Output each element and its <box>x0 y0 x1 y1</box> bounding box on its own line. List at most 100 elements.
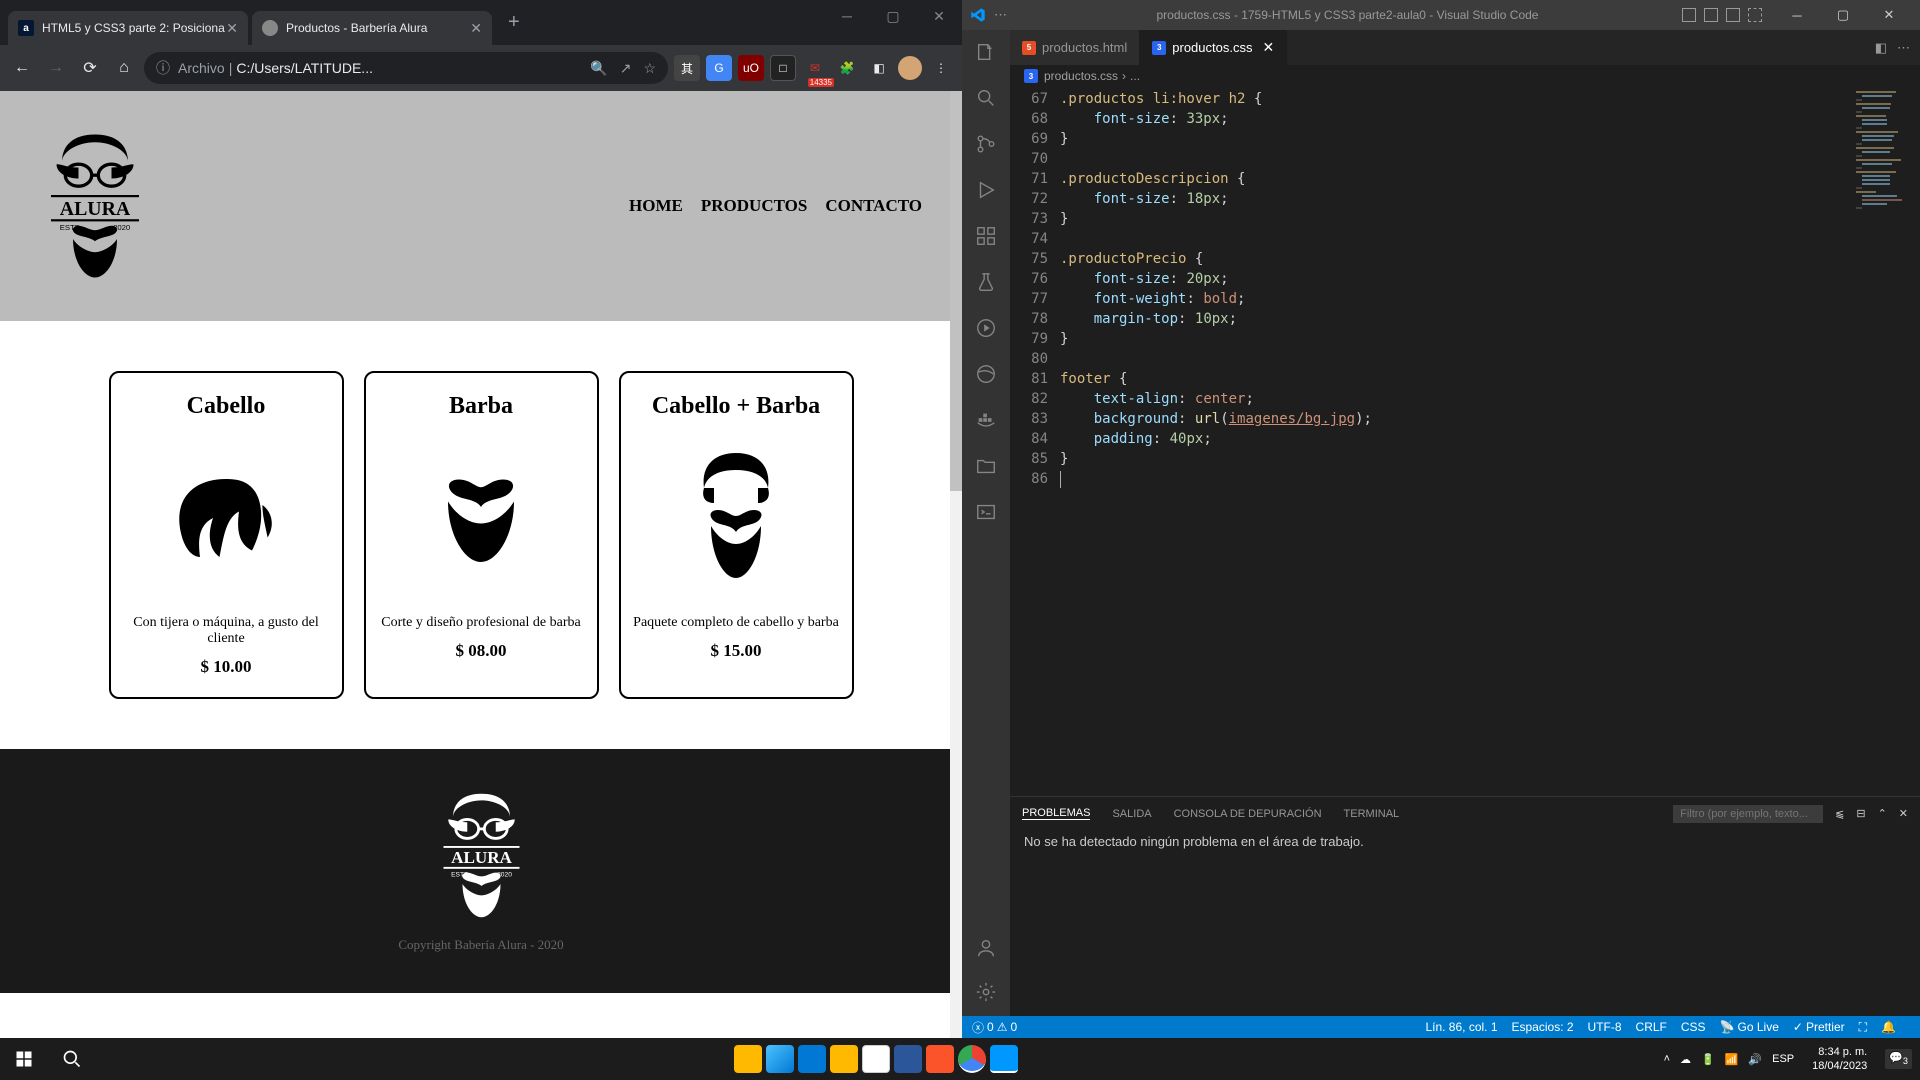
scrollbar[interactable] <box>950 91 962 1038</box>
tray-wifi-icon[interactable]: 📶 <box>1725 1053 1739 1066</box>
minimap[interactable] <box>1850 87 1920 796</box>
terminal-icon[interactable] <box>974 500 998 524</box>
producto-card[interactable]: Cabello + Barba Paquete completo de cabe… <box>619 371 854 699</box>
app-explorer[interactable] <box>734 1045 762 1073</box>
minimize-button[interactable]: ─ <box>1774 0 1820 30</box>
menu-button[interactable]: ⋯ <box>994 7 1007 23</box>
tray-lang[interactable]: ESP <box>1772 1053 1794 1065</box>
maximize-button[interactable]: ▢ <box>870 0 916 32</box>
status-errors[interactable]: ⓧ 0 ⚠ 0 <box>972 1019 1017 1036</box>
more-actions-icon[interactable]: ⋯ <box>1897 40 1910 56</box>
producto-card[interactable]: Cabello Con tijera o máquina, a gusto de… <box>109 371 344 699</box>
filter-icon[interactable]: ⫹ <box>1835 807 1844 820</box>
nav-productos[interactable]: PRODUCTOS <box>701 196 807 216</box>
editor-tab-html[interactable]: 5 productos.html <box>1010 30 1140 65</box>
app-files[interactable] <box>830 1045 858 1073</box>
status-bell-icon[interactable]: 🔔 <box>1881 1020 1896 1035</box>
back-button[interactable]: ← <box>8 54 36 82</box>
scrollbar-thumb[interactable] <box>950 91 962 491</box>
close-button[interactable]: ✕ <box>1866 0 1912 30</box>
search-icon[interactable] <box>974 86 998 110</box>
profile-avatar[interactable] <box>898 56 922 80</box>
tab-close-icon[interactable]: ✕ <box>1262 39 1274 56</box>
nav-contacto[interactable]: CONTACTO <box>825 196 922 216</box>
panel-tab-terminal[interactable]: TERMINAL <box>1344 808 1400 820</box>
settings-icon[interactable] <box>974 980 998 1004</box>
ext-icon[interactable]: □ <box>770 55 796 81</box>
layout-icon[interactable] <box>1704 8 1718 22</box>
split-editor-icon[interactable]: ◧ <box>1875 40 1887 56</box>
app-msoffice[interactable] <box>862 1045 890 1073</box>
status-golive[interactable]: 📡 Go Live <box>1720 1020 1779 1035</box>
app-outlook[interactable] <box>798 1045 826 1073</box>
panel-tab-salida[interactable]: SALIDA <box>1112 808 1151 820</box>
explorer-icon[interactable] <box>974 40 998 64</box>
layout-icon[interactable] <box>1726 8 1740 22</box>
ext-mail-icon[interactable]: ✉14335 <box>802 55 828 81</box>
edge-icon[interactable] <box>974 362 998 386</box>
testing-icon[interactable] <box>974 270 998 294</box>
share-icon[interactable]: ↗ <box>620 60 632 77</box>
docker-icon[interactable] <box>974 408 998 432</box>
tray-volume-icon[interactable]: 🔊 <box>1748 1053 1762 1066</box>
search-button[interactable] <box>48 1038 96 1080</box>
tray-chevron-icon[interactable]: ˄ <box>1664 1053 1670 1065</box>
producto-card[interactable]: Barba Corte y diseño profesional de barb… <box>364 371 599 699</box>
status-lang[interactable]: CSS <box>1681 1020 1706 1035</box>
folder-icon[interactable] <box>974 454 998 478</box>
app-word[interactable] <box>894 1045 922 1073</box>
search-icon[interactable]: 🔍 <box>590 60 607 77</box>
source-control-icon[interactable] <box>974 132 998 156</box>
account-icon[interactable] <box>974 936 998 960</box>
home-button[interactable]: ⌂ <box>110 54 138 82</box>
close-panel-icon[interactable]: ✕ <box>1899 807 1908 820</box>
notifications-button[interactable]: 💬3 <box>1885 1049 1912 1068</box>
app-vscode[interactable] <box>990 1045 1018 1073</box>
panel-tab-consola[interactable]: CONSOLA DE DEPURACIÓN <box>1174 808 1322 820</box>
tab-close-icon[interactable]: ✕ <box>470 20 482 37</box>
panel-tab-problemas[interactable]: PROBLEMAS <box>1022 807 1090 820</box>
status-eol[interactable]: CRLF <box>1636 1020 1667 1035</box>
layout-icon[interactable] <box>1748 8 1762 22</box>
maximize-button[interactable]: ▢ <box>1820 0 1866 30</box>
ext-translate-icon[interactable]: G <box>706 55 732 81</box>
sidepanel-button[interactable]: ◧ <box>866 55 892 81</box>
chrome-tab-0[interactable]: a HTML5 y CSS3 parte 2: Posiciona ✕ <box>8 11 248 45</box>
nav-home[interactable]: HOME <box>629 196 683 216</box>
omnibox[interactable]: ⓘ Archivo | C:/Users/LATITUDE... 🔍 ↗ ☆ <box>144 52 668 84</box>
chevron-up-icon[interactable]: ⌃ <box>1878 807 1887 820</box>
tab-close-icon[interactable]: ✕ <box>226 20 238 37</box>
breadcrumb[interactable]: 3 productos.css › ... <box>1010 65 1920 87</box>
start-button[interactable] <box>0 1038 48 1080</box>
status-prettier[interactable]: ✓ Prettier <box>1793 1020 1845 1035</box>
ext-ublock-icon[interactable]: uO <box>738 55 764 81</box>
editor-tab-css[interactable]: 3 productos.css ✕ <box>1140 30 1287 65</box>
minimize-button[interactable]: ─ <box>824 0 870 32</box>
editor[interactable]: 6768697071727374757677787980818283848586… <box>1010 87 1920 796</box>
reload-button[interactable]: ⟳ <box>76 54 104 82</box>
taskbar-clock[interactable]: 8:34 p. m. 18/04/2023 <box>1804 1045 1875 1074</box>
chrome-tab-1[interactable]: Productos - Barbería Alura ✕ <box>252 11 492 45</box>
close-button[interactable]: ✕ <box>916 0 962 32</box>
status-spaces[interactable]: Espacios: 2 <box>1512 1020 1574 1035</box>
ext-icon[interactable]: 其 <box>674 55 700 81</box>
status-position[interactable]: Lín. 86, col. 1 <box>1425 1020 1497 1035</box>
menu-button[interactable]: ⋮ <box>928 55 954 81</box>
app-mstore[interactable] <box>766 1045 794 1073</box>
liveshare-icon[interactable] <box>974 316 998 340</box>
status-feedback-icon[interactable]: ⛶ <box>1859 1020 1867 1035</box>
extensions-button[interactable]: 🧩 <box>834 55 860 81</box>
collapse-icon[interactable]: ⊟ <box>1856 807 1865 820</box>
app-chrome[interactable] <box>958 1045 986 1073</box>
layout-icon[interactable] <box>1682 8 1696 22</box>
bookmark-icon[interactable]: ☆ <box>643 60 656 77</box>
run-debug-icon[interactable] <box>974 178 998 202</box>
filter-input[interactable] <box>1673 805 1823 823</box>
extensions-icon[interactable] <box>974 224 998 248</box>
code-area[interactable]: .productos li:hover h2 { font-size: 33px… <box>1060 87 1920 796</box>
tray-onedrive-icon[interactable]: ☁ <box>1680 1053 1691 1066</box>
app-brave[interactable] <box>926 1045 954 1073</box>
forward-button[interactable]: → <box>42 54 70 82</box>
new-tab-button[interactable]: + <box>496 11 532 45</box>
tray-battery-icon[interactable]: 🔋 <box>1701 1053 1715 1066</box>
